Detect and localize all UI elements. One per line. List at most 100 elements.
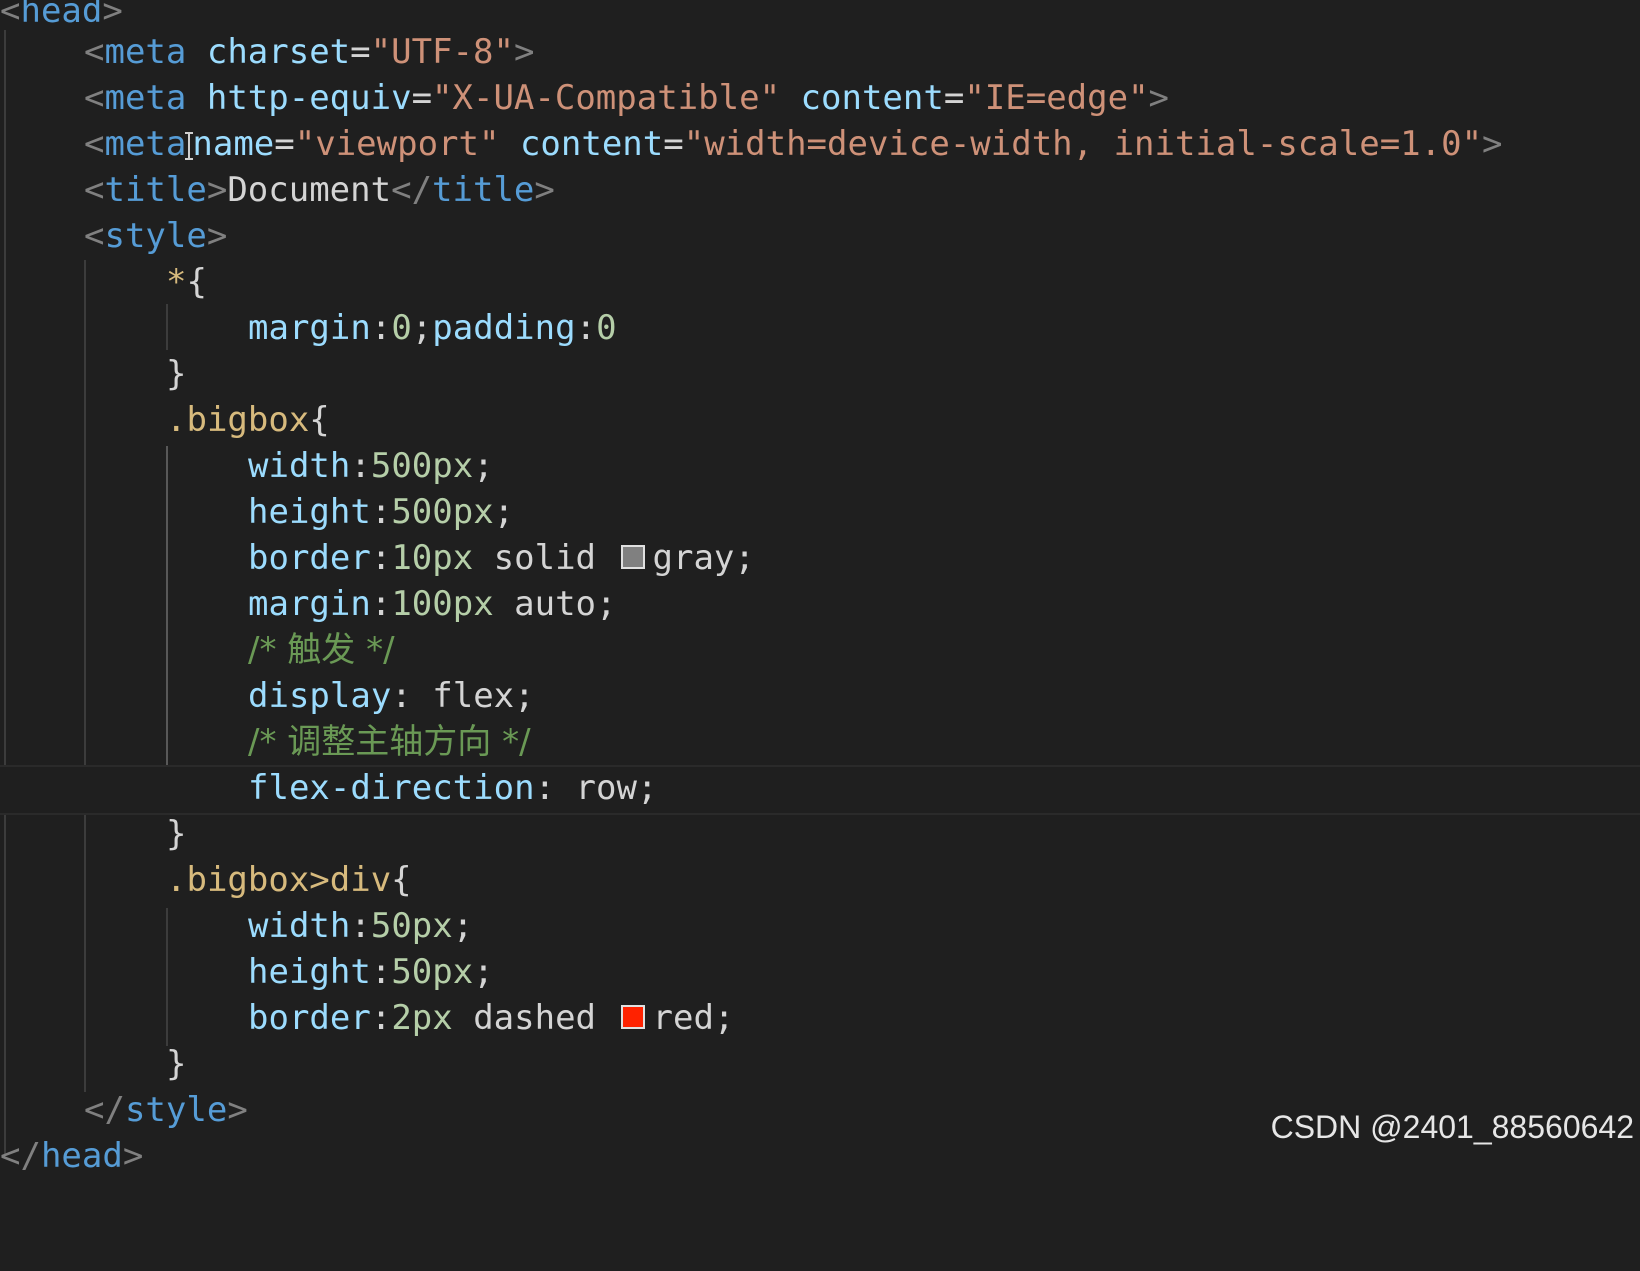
code-line-star-selector[interactable]: *{ <box>0 259 1640 305</box>
token-punct: > <box>513 32 535 72</box>
token-colon: : <box>370 538 392 578</box>
text-cursor-icon <box>185 131 194 160</box>
token-semicolon: ; <box>411 308 433 348</box>
token-colon: : <box>370 492 392 532</box>
code-line-height[interactable]: height:500px; <box>0 489 1640 535</box>
token-semicolon: ; <box>734 538 755 578</box>
token-brace: } <box>166 1044 187 1084</box>
token-selector: .bigbox <box>166 400 310 440</box>
token-property: border <box>248 538 371 578</box>
token-equals: = <box>411 78 433 118</box>
token-attr: name <box>192 124 275 164</box>
token-value: row <box>575 768 637 808</box>
token-comment: /* 调整主轴方向 */ <box>248 722 531 762</box>
watermark: CSDN @2401_88560642 <box>1270 1109 1634 1145</box>
token-brace: } <box>166 814 187 854</box>
token-keyword: dashed <box>452 998 617 1038</box>
token-brace: } <box>166 354 187 394</box>
token-semicolon: ; <box>493 492 515 532</box>
token-punct: < <box>0 0 21 31</box>
token-tag: title <box>104 170 207 210</box>
token-string: "IE=edge" <box>964 78 1149 118</box>
token-brace: { <box>391 860 412 900</box>
token-tag: title <box>432 170 535 210</box>
color-swatch-red[interactable] <box>620 1004 645 1029</box>
token-semicolon: ; <box>636 768 658 808</box>
token-punct: < <box>84 124 105 164</box>
code-line-comment-trigger[interactable]: /* 触发 */ <box>0 627 1640 673</box>
code-line-bigbox-selector[interactable]: .bigbox{ <box>0 397 1640 443</box>
token-property: margin <box>248 308 371 348</box>
token-colon: : <box>350 906 371 946</box>
token-tag: meta <box>104 124 187 164</box>
token-colon: : <box>370 998 392 1038</box>
token-brace: { <box>309 400 330 440</box>
token-number: 50px <box>370 906 453 946</box>
token-punct: < <box>84 78 105 118</box>
code-line-height[interactable]: height:50px; <box>0 949 1640 995</box>
code-line-margin-padding[interactable]: margin:0;padding:0 <box>0 305 1640 351</box>
token-semicolon: ; <box>473 952 494 992</box>
token-color-name: gray <box>652 538 735 578</box>
token-colon: : <box>370 584 392 624</box>
token-number: 100px <box>391 584 494 624</box>
token-colon: : <box>391 676 433 716</box>
token-property: display <box>248 676 392 716</box>
token-tag: meta <box>104 78 187 118</box>
code-line-border-gray[interactable]: border:10px solid gray; <box>0 535 1640 581</box>
code-line-margin-auto[interactable]: margin:100px auto; <box>0 581 1640 627</box>
token-colon: : <box>575 308 597 348</box>
token-tag: style <box>124 1090 228 1130</box>
token-keyword: auto <box>493 584 597 624</box>
token-property: padding <box>432 308 576 348</box>
token-property: margin <box>248 584 371 624</box>
color-swatch-gray[interactable] <box>620 544 645 569</box>
code-line-width[interactable]: width:500px; <box>0 443 1640 489</box>
token-selector: .bigbox>div <box>166 860 392 900</box>
code-line-display-flex[interactable]: display: flex; <box>0 673 1640 719</box>
token-attr: http-equiv <box>206 78 412 118</box>
code-line-title[interactable]: <title>Document</title> <box>0 167 1640 213</box>
code-line-meta-charset[interactable]: <meta charset="UTF-8"> <box>0 29 1640 75</box>
token-string: "viewport" <box>294 124 500 164</box>
token-comment: /* 触发 */ <box>248 630 395 670</box>
token-property: height <box>248 492 371 532</box>
code-line-bigbox-div-selector[interactable]: .bigbox>div{ <box>0 857 1640 903</box>
code-line-meta-http-equiv[interactable]: <meta http-equiv="X-UA-Compatible" conte… <box>0 75 1640 121</box>
code-editor[interactable]: <head> <meta charset="UTF-8"> <meta http… <box>0 0 1640 1176</box>
token-tag: head <box>40 1136 123 1176</box>
token-punct: </ <box>391 170 433 210</box>
token-attr: charset <box>206 32 351 72</box>
token-punct: > <box>206 170 228 210</box>
token-punct: </ <box>0 1136 41 1176</box>
token-text: Document <box>227 170 392 210</box>
token-punct: > <box>1482 124 1503 164</box>
token-punct: > <box>227 1090 248 1130</box>
token-number: 0 <box>596 308 617 348</box>
code-line-flex-direction[interactable]: flex-direction: row; <box>0 765 1640 815</box>
token-property: height <box>248 952 371 992</box>
token-colon: : <box>370 952 392 992</box>
token-number: 2px <box>391 998 453 1038</box>
token-equals: = <box>943 78 965 118</box>
code-line-brace-close[interactable]: } <box>0 1041 1640 1087</box>
token-number: 500px <box>391 492 494 532</box>
token-equals: = <box>274 124 295 164</box>
code-line-border-red[interactable]: border:2px dashed red; <box>0 995 1640 1041</box>
code-line-comment-axis[interactable]: /* 调整主轴方向 */ <box>0 719 1640 765</box>
token-tag: head <box>20 0 103 31</box>
code-line-brace-close[interactable]: } <box>0 811 1640 857</box>
token-semicolon: ; <box>514 676 535 716</box>
token-keyword: solid <box>473 538 617 578</box>
token-string: "UTF-8" <box>370 32 514 72</box>
token-punct: > <box>1148 78 1170 118</box>
code-line-width[interactable]: width:50px; <box>0 903 1640 949</box>
code-line-meta-viewport[interactable]: <meta name="viewport" content="width=devi… <box>0 121 1640 167</box>
code-line-style-open[interactable]: <style> <box>0 213 1640 259</box>
token-tag: meta <box>104 32 187 72</box>
token-property: width <box>248 906 351 946</box>
code-line-brace-close[interactable]: } <box>0 351 1640 397</box>
token-string: "width=device-width, initial-scale=1.0" <box>683 124 1483 164</box>
